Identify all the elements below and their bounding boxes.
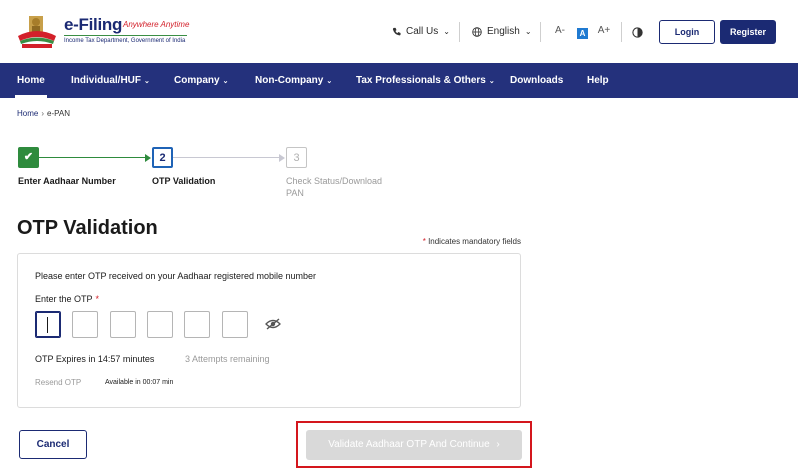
- efiling-logo[interactable]: e-Filing Anywhere Anytime Income Tax Dep…: [14, 14, 189, 52]
- required-star: *: [422, 237, 426, 246]
- header-divider: [621, 22, 622, 42]
- step-1-label: Enter Aadhaar Number: [18, 176, 116, 186]
- otp-digit-input[interactable]: [72, 311, 98, 338]
- nav-label: Downloads: [510, 75, 564, 86]
- breadcrumb-current: e-PAN: [47, 109, 70, 118]
- nav-individual-huf[interactable]: Individual/HUF ⌄: [71, 63, 150, 98]
- chevron-down-icon: ⌄: [443, 27, 450, 36]
- font-decrease-button[interactable]: A-: [553, 25, 567, 36]
- otp-instruction: Please enter OTP received on your Aadhaa…: [35, 271, 316, 281]
- step-1-indicator: ✔: [18, 147, 39, 168]
- otp-expiry-text: OTP Expires in 14:57 minutes: [35, 354, 155, 364]
- nav-label: Company: [174, 75, 220, 86]
- globe-icon: [472, 26, 482, 37]
- logo-title: e-Filing: [64, 15, 123, 34]
- nav-help[interactable]: Help: [587, 63, 609, 98]
- otp-label-text: Enter the OTP: [35, 294, 93, 304]
- call-us-dropdown[interactable]: Call Us ⌄: [392, 26, 450, 37]
- resend-otp-link[interactable]: Resend OTP: [35, 378, 81, 387]
- call-us-label: Call Us: [406, 26, 439, 37]
- step-connector: [173, 157, 281, 158]
- register-button[interactable]: Register: [720, 20, 776, 44]
- nav-company[interactable]: Company ⌄: [174, 63, 228, 98]
- text-cursor: [47, 317, 48, 333]
- attempts-remaining-text: 3 Attempts remaining: [185, 354, 270, 364]
- phone-icon: [392, 27, 401, 36]
- chevron-down-icon: ⌄: [488, 78, 495, 85]
- otp-digit-input[interactable]: [35, 311, 61, 338]
- eye-off-icon[interactable]: [265, 318, 281, 330]
- otp-digit-input[interactable]: [184, 311, 210, 338]
- mandatory-fields-note: * Indicates mandatory fields: [423, 237, 521, 246]
- chevron-down-icon: ⌄: [144, 78, 150, 85]
- cancel-button[interactable]: Cancel: [19, 430, 87, 459]
- chevron-down-icon: ⌄: [326, 78, 333, 85]
- step-3-label: Check Status/Download PAN: [286, 176, 383, 198]
- header-divider: [459, 22, 460, 42]
- resend-available-text: Available in 00:07 min: [105, 379, 174, 386]
- required-star: *: [95, 294, 100, 304]
- otp-digit-input[interactable]: [147, 311, 173, 338]
- header-divider: [540, 22, 541, 42]
- font-default-button[interactable]: A: [577, 28, 588, 39]
- validate-otp-continue-button[interactable]: Validate Aadhaar OTP And Continue ›: [306, 430, 522, 460]
- breadcrumb-home-link[interactable]: Home: [17, 109, 38, 118]
- main-navigation: Home Individual/HUF ⌄ Company ⌄ Non-Compan…: [0, 63, 798, 98]
- step-2-indicator: 2: [152, 147, 173, 168]
- breadcrumb: Home › e-PAN: [17, 109, 70, 118]
- nav-downloads[interactable]: Downloads: [510, 63, 563, 98]
- breadcrumb-separator: ›: [41, 109, 45, 118]
- chevron-right-icon: ›: [496, 439, 500, 450]
- language-dropdown[interactable]: English ⌄: [472, 26, 532, 37]
- otp-digit-input[interactable]: [222, 311, 248, 338]
- nav-label: Non-Company: [255, 75, 324, 86]
- page-title: OTP Validation: [17, 217, 158, 239]
- nav-non-company[interactable]: Non-Company ⌄: [255, 63, 332, 98]
- nav-label: Tax Professionals & Others: [356, 75, 486, 86]
- arrow-right-icon: [145, 154, 151, 162]
- top-header: e-Filing Anywhere Anytime Income Tax Dep…: [0, 0, 798, 63]
- chevron-down-icon: ⌄: [524, 27, 532, 36]
- validate-button-label: Validate Aadhaar OTP And Continue: [328, 439, 490, 450]
- otp-digit-input[interactable]: [110, 311, 136, 338]
- arrow-right-icon: [279, 154, 285, 162]
- step-connector: [39, 157, 147, 158]
- logo-subtitle: Income Tax Department, Government of Ind…: [64, 38, 186, 44]
- nav-label: Home: [17, 75, 45, 86]
- step-3-indicator: 3: [286, 147, 307, 168]
- chevron-down-icon: ⌄: [222, 78, 229, 85]
- mandatory-note-text: Indicates mandatory fields: [428, 237, 521, 246]
- otp-card: Please enter OTP received on your Aadhaa…: [17, 253, 521, 408]
- nav-tax-professionals[interactable]: Tax Professionals & Others ⌄: [356, 63, 495, 98]
- login-button[interactable]: Login: [659, 20, 715, 44]
- emblem-icon: [18, 16, 56, 48]
- language-label: English: [487, 26, 520, 37]
- logo-underline: [64, 35, 187, 36]
- font-increase-button[interactable]: A+: [597, 25, 611, 36]
- nav-label: Help: [587, 75, 609, 86]
- nav-label: Individual/HUF: [71, 75, 141, 86]
- nav-home[interactable]: Home: [15, 63, 47, 98]
- logo-tagline: Anywhere Anytime: [123, 20, 190, 29]
- step-2-label: OTP Validation: [152, 176, 216, 186]
- contrast-icon[interactable]: [632, 27, 643, 38]
- otp-field-label: Enter the OTP *: [35, 294, 99, 304]
